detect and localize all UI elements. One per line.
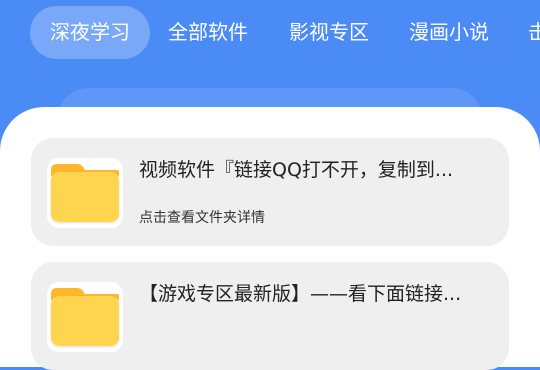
folder-title: 视频软件『链接QQ打不开，复制到...	[139, 159, 454, 181]
folder-icon	[47, 156, 123, 228]
category-tabs: 深夜学习 全部软件 影视专区 漫画小说 击	[0, 0, 540, 62]
tab-film-zone[interactable]: 影视专区	[289, 6, 369, 59]
tab-all-software[interactable]: 全部软件	[168, 6, 248, 59]
folder-subtitle: 点击查看文件夹详情	[139, 210, 265, 226]
tab-late-night-study[interactable]: 深夜学习	[30, 6, 150, 59]
folder-card[interactable]: 【游戏专区最新版】——看下面链接...	[31, 262, 509, 370]
tab-comics-novels[interactable]: 漫画小说	[409, 6, 489, 59]
folder-card[interactable]: 视频软件『链接QQ打不开，复制到... 点击查看文件夹详情	[31, 138, 509, 246]
folder-icon	[47, 280, 123, 352]
folder-title: 【游戏专区最新版】——看下面链接...	[139, 283, 462, 305]
tab-more-partial[interactable]: 击	[528, 6, 540, 59]
